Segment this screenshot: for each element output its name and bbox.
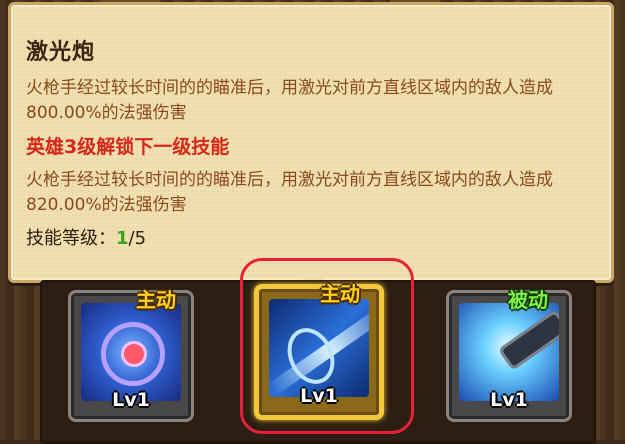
skill-level-current: 1 [116, 228, 129, 249]
skill-level-label: 技能等级： [26, 228, 116, 249]
skill-type-badge: 主动 [136, 288, 176, 312]
skill-level-badge: Lv1 [490, 389, 528, 411]
skill-description-current: 火枪手经过较长时间的的瞄准后，用激光对前方直线区域内的敌人造成800.00%的法… [26, 78, 553, 123]
skill-level-badge: Lv1 [112, 389, 150, 411]
crosshair-icon [81, 303, 181, 401]
skill-name: 激光炮 [26, 40, 96, 65]
skill-level-max: /5 [128, 228, 147, 249]
skill-description-next: 火枪手经过较长时间的的瞄准后，用激光对前方直线区域内的敌人造成820.00%的法… [26, 170, 553, 215]
selection-highlight [240, 258, 414, 434]
skill-level-row: 技能等级：1/5 [26, 224, 146, 250]
skill-type-badge: 被动 [508, 288, 548, 312]
cannon-icon [459, 303, 559, 401]
unlock-requirement: 英雄3级解锁下一级技能 [26, 136, 230, 158]
